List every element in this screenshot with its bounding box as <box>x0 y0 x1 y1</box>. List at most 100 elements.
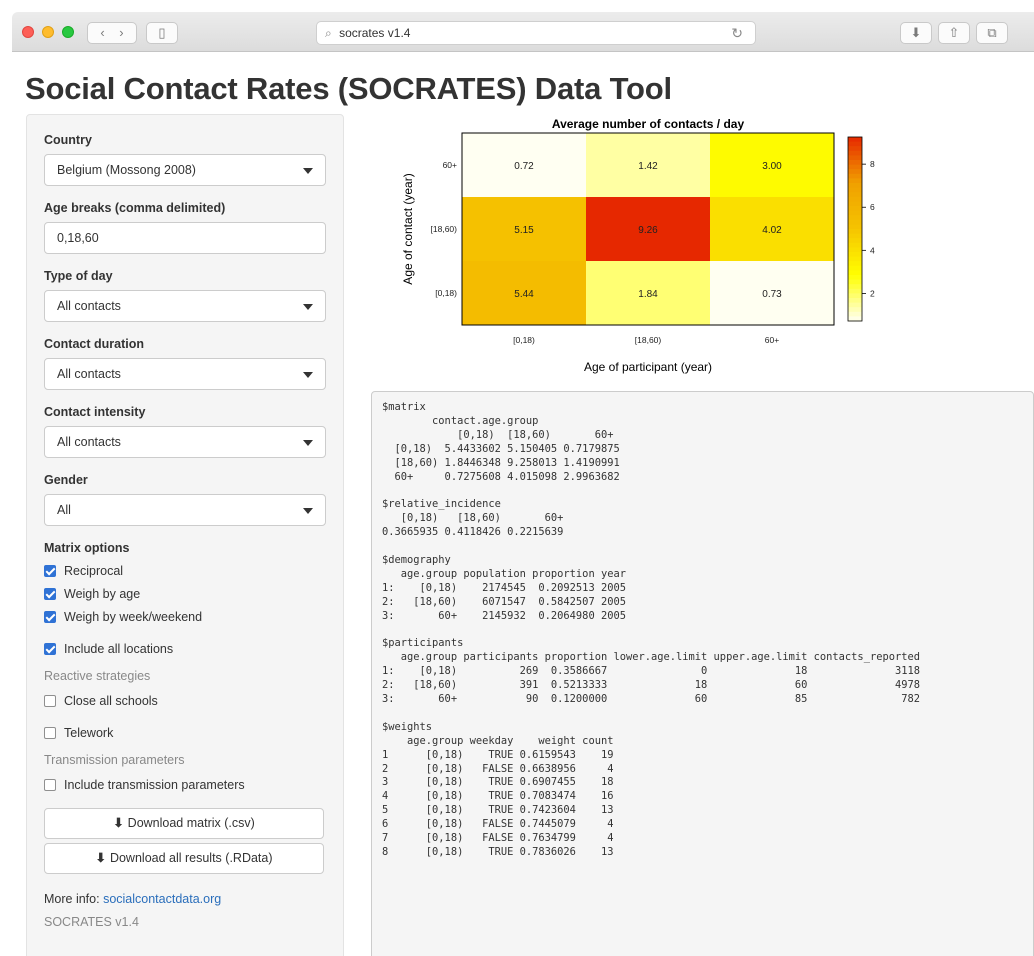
contacts-heatmap: Average number of contacts / day 0.72 1.42… <box>401 117 875 374</box>
type-of-day-label: Type of day <box>44 269 113 283</box>
colorbar-segment <box>848 160 862 166</box>
forward-icon[interactable]: › <box>119 25 123 40</box>
socialcontactdata-link[interactable]: socialcontactdata.org <box>103 892 221 906</box>
age-breaks-label: Age breaks (comma delimited) <box>44 201 226 215</box>
zoom-window-button[interactable] <box>62 26 74 38</box>
country-value: Belgium (Mossong 2008) <box>57 163 196 177</box>
age-breaks-input[interactable]: 0,18,60 <box>44 222 326 254</box>
colorbar-segment <box>848 141 862 147</box>
back-forward-buttons: ‹ › <box>87 22 137 44</box>
sidebar-panel: Country Belgium (Mossong 2008) Age break… <box>26 114 344 956</box>
colorbar-segment <box>848 275 862 281</box>
checkbox-checked-icon <box>44 587 56 600</box>
telework-checkbox[interactable]: Telework <box>44 721 326 744</box>
download-icon: ⬇ <box>113 816 124 830</box>
x-tick-label: 60+ <box>765 335 779 345</box>
tabs-button[interactable]: ⧉ <box>976 22 1008 44</box>
colorbar-segment <box>848 293 862 299</box>
close-window-button[interactable] <box>22 26 34 38</box>
download-matrix-button[interactable]: ⬇ Download matrix (.csv) <box>44 808 324 839</box>
cell-label: 0.72 <box>514 161 534 172</box>
matrix-options-label: Matrix options <box>44 541 130 555</box>
back-icon[interactable]: ‹ <box>100 25 104 40</box>
colorbar-segment <box>848 279 862 285</box>
reload-icon[interactable]: ↻ <box>731 22 743 44</box>
colorbar-segment <box>848 178 862 184</box>
chevron-down-icon <box>303 168 313 174</box>
checkbox-checked-icon <box>44 642 56 655</box>
colorbar-segment <box>848 146 862 152</box>
share-button[interactable]: ⇧ <box>938 22 970 44</box>
colorbar-tick-label: 4 <box>870 245 875 255</box>
checkbox-empty-icon <box>44 694 56 707</box>
version-label: SOCRATES v1.4 <box>44 915 139 929</box>
cell-label: 9.26 <box>638 225 658 236</box>
cell-label: 1.84 <box>638 289 658 300</box>
colorbar-segment <box>848 247 862 253</box>
colorbar-segment <box>848 183 862 189</box>
gender-select[interactable]: All <box>44 494 326 526</box>
address-text: socrates v1.4 <box>339 26 411 40</box>
colorbar-segment <box>848 311 862 317</box>
page-content: Social Contact Rates (SOCRATES) Data Too… <box>12 53 1034 956</box>
include-all-locations-checkbox[interactable]: Include all locations <box>44 637 326 660</box>
colorbar-segment <box>848 298 862 304</box>
contact-duration-label: Contact duration <box>44 337 144 351</box>
x-tick-label: [18,60) <box>635 335 662 345</box>
download-matrix-label: Download matrix (.csv) <box>127 816 255 830</box>
more-info-prefix: More info: <box>44 892 104 906</box>
colorbar-segment <box>848 238 862 244</box>
tabs-icon: ⧉ <box>987 25 997 40</box>
cell-label: 3.00 <box>762 161 782 172</box>
reciprocal-checkbox[interactable]: Reciprocal <box>44 559 326 582</box>
downloads-button[interactable]: ⬇ <box>900 22 932 44</box>
results-output: $matrix contact.age.group [0,18) [18,60)… <box>371 391 1034 956</box>
colorbar-segment <box>848 288 862 294</box>
type-of-day-select[interactable]: All contacts <box>44 290 326 322</box>
contact-intensity-select[interactable]: All contacts <box>44 426 326 458</box>
checkbox-empty-icon <box>44 778 56 791</box>
weigh-by-age-checkbox[interactable]: Weigh by age <box>44 582 326 605</box>
colorbar-tick-label: 8 <box>870 159 875 169</box>
contact-intensity-value: All contacts <box>57 435 121 449</box>
colorbar-segment <box>848 252 862 258</box>
telework-label: Telework <box>64 725 114 740</box>
minimize-window-button[interactable] <box>42 26 54 38</box>
gender-value: All <box>57 503 71 517</box>
colorbar-segment <box>848 284 862 290</box>
colorbar-segment <box>848 233 862 239</box>
include-transmission-checkbox[interactable]: Include transmission parameters <box>44 773 326 796</box>
colorbar-segment <box>848 210 862 216</box>
cell-label: 1.42 <box>638 161 658 172</box>
weigh-by-week-checkbox[interactable]: Weigh by week/weekend <box>44 605 326 628</box>
contact-duration-select[interactable]: All contacts <box>44 358 326 390</box>
include-transmission-label: Include transmission parameters <box>64 777 245 792</box>
country-label: Country <box>44 133 92 147</box>
colorbar-segment <box>848 173 862 179</box>
country-select[interactable]: Belgium (Mossong 2008) <box>44 154 326 186</box>
y-tick-label: 60+ <box>443 160 457 170</box>
colorbar-segment <box>848 215 862 221</box>
sidebar-toggle-button[interactable]: ▯ <box>146 22 178 44</box>
results-text: $matrix contact.age.group [0,18) [18,60)… <box>382 401 920 858</box>
type-of-day-value: All contacts <box>57 299 121 313</box>
transmission-parameters-label: Transmission parameters <box>44 753 185 767</box>
weigh-by-age-label: Weigh by age <box>64 586 141 601</box>
share-icon: ⇧ <box>948 25 960 40</box>
colorbar-segment <box>848 229 862 235</box>
colorbar-segment <box>848 307 862 313</box>
close-schools-checkbox[interactable]: Close all schools <box>44 689 326 712</box>
colorbar-segment <box>848 256 862 262</box>
colorbar-segment <box>848 137 862 143</box>
download-all-button[interactable]: ⬇ Download all results (.RData) <box>44 843 324 874</box>
download-icon: ⬇ <box>910 25 922 40</box>
colorbar-segment <box>848 192 862 198</box>
colorbar-segment <box>848 206 862 212</box>
chevron-down-icon <box>303 372 313 378</box>
cell-label: 4.02 <box>762 225 782 236</box>
colorbar-tick-label: 2 <box>870 288 875 298</box>
address-bar[interactable]: ⌕ socrates v1.4 ↻ <box>316 21 756 45</box>
colorbar-segment <box>848 265 862 271</box>
checkbox-checked-icon <box>44 564 56 577</box>
more-info: More info: socialcontactdata.org <box>44 892 326 906</box>
